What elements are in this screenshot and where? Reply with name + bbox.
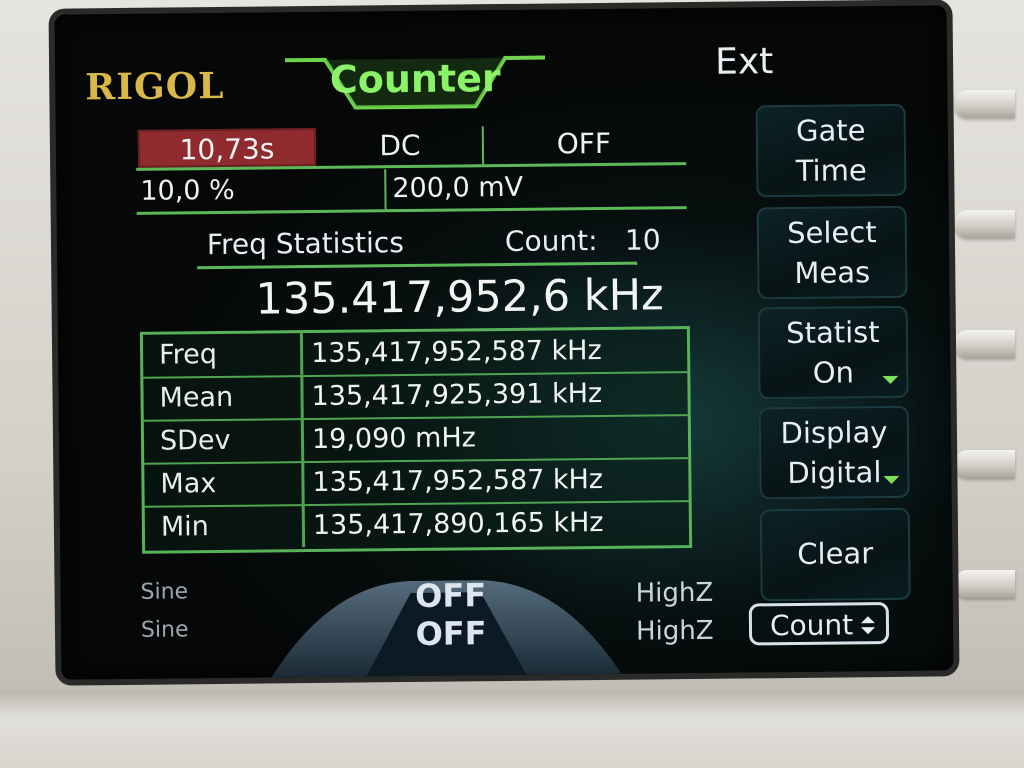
stat-value: 19,090 mHz: [311, 422, 477, 456]
ch2-impedance: HighZ: [635, 615, 714, 647]
grille-fin: [955, 90, 1015, 118]
softkey-label: Select: [786, 215, 877, 251]
ch1-impedance: HighZ: [635, 577, 714, 609]
counter-screen: RIGOL Counter Ext 10,73s DC OFF 10,0 % 2…: [54, 5, 954, 680]
stat-value: 135,417,952,587 kHz: [310, 334, 602, 370]
arrow-down-icon: [883, 475, 900, 485]
grille-fin: [955, 450, 1015, 478]
ch2-output-state: OFF: [415, 614, 487, 653]
stat-name: SDev: [143, 419, 305, 463]
sensitivity-value: 10,0 %: [140, 174, 235, 207]
stat-name: Freq: [142, 333, 304, 377]
coupling-value: DC: [317, 126, 485, 166]
statist-softkey[interactable]: Statist On: [757, 305, 909, 400]
softkey-label: Gate: [795, 113, 866, 148]
table-row: Mean 135,417,925,391 kHz: [143, 372, 688, 422]
grille-fin: [955, 210, 1015, 238]
trigger-source: Ext: [714, 41, 774, 83]
stat-value: 135,417,890,165 kHz: [312, 506, 604, 542]
count-tab-label: Count: [769, 608, 854, 643]
mode-title-tab: Counter: [285, 50, 546, 115]
gate-time-value: 10,73s: [137, 127, 317, 168]
count-value: 10: [624, 223, 661, 257]
count-label: Count:: [504, 224, 598, 258]
table-row: Freq 135,417,952,587 kHz: [142, 329, 688, 379]
softkey-label: Statist: [786, 315, 880, 351]
arrow-down-icon: [882, 375, 899, 385]
divider: [197, 261, 638, 270]
stat-value: 135,417,925,391 kHz: [311, 377, 603, 413]
table-row: Max 135,417,952,587 kHz: [144, 458, 689, 508]
stat-value: 135,417,952,587 kHz: [312, 463, 604, 499]
ch2-waveform: Sine: [140, 617, 189, 643]
ch1-waveform: Sine: [140, 579, 189, 605]
stat-name: Max: [144, 462, 305, 506]
updown-arrow-icon: [860, 616, 876, 635]
softkey-label: Digital: [787, 455, 882, 491]
main-frequency-reading: 135.417,952,6 kHz: [255, 270, 664, 325]
softkey-label: On: [812, 355, 855, 390]
stat-name: Min: [144, 505, 306, 549]
grille-fin: [955, 330, 1015, 358]
stats-title: Freq Statistics: [206, 226, 404, 262]
softkey-label: Display: [780, 414, 888, 451]
brand-logo: RIGOL: [85, 64, 225, 109]
stat-name: Mean: [143, 376, 304, 420]
display-softkey[interactable]: Display Digital: [758, 405, 910, 500]
stats-table: Freq 135,417,952,587 kHz Mean 135,417,92…: [139, 326, 693, 554]
ch1-output-state: OFF: [414, 576, 487, 615]
trigger-level-value: 200,0 mV: [384, 166, 693, 210]
clear-softkey[interactable]: Clear: [759, 507, 911, 602]
softkey-label: Meas: [794, 255, 871, 290]
count-menu-tab[interactable]: Count: [748, 601, 890, 646]
softkey-label: Clear: [797, 536, 874, 571]
hf-filter-value: OFF: [556, 126, 612, 161]
select-meas-softkey[interactable]: Select Meas: [756, 205, 908, 300]
mode-title: Counter: [329, 56, 501, 102]
grille-fin: [955, 570, 1015, 598]
table-row: SDev 19,090 mHz: [143, 415, 689, 465]
softkey-label: Time: [795, 153, 867, 188]
table-row: Min 135,417,890,165 kHz: [144, 501, 689, 549]
gate-time-softkey[interactable]: Gate Time: [755, 103, 907, 198]
bezel-ledge: [0, 690, 1024, 768]
